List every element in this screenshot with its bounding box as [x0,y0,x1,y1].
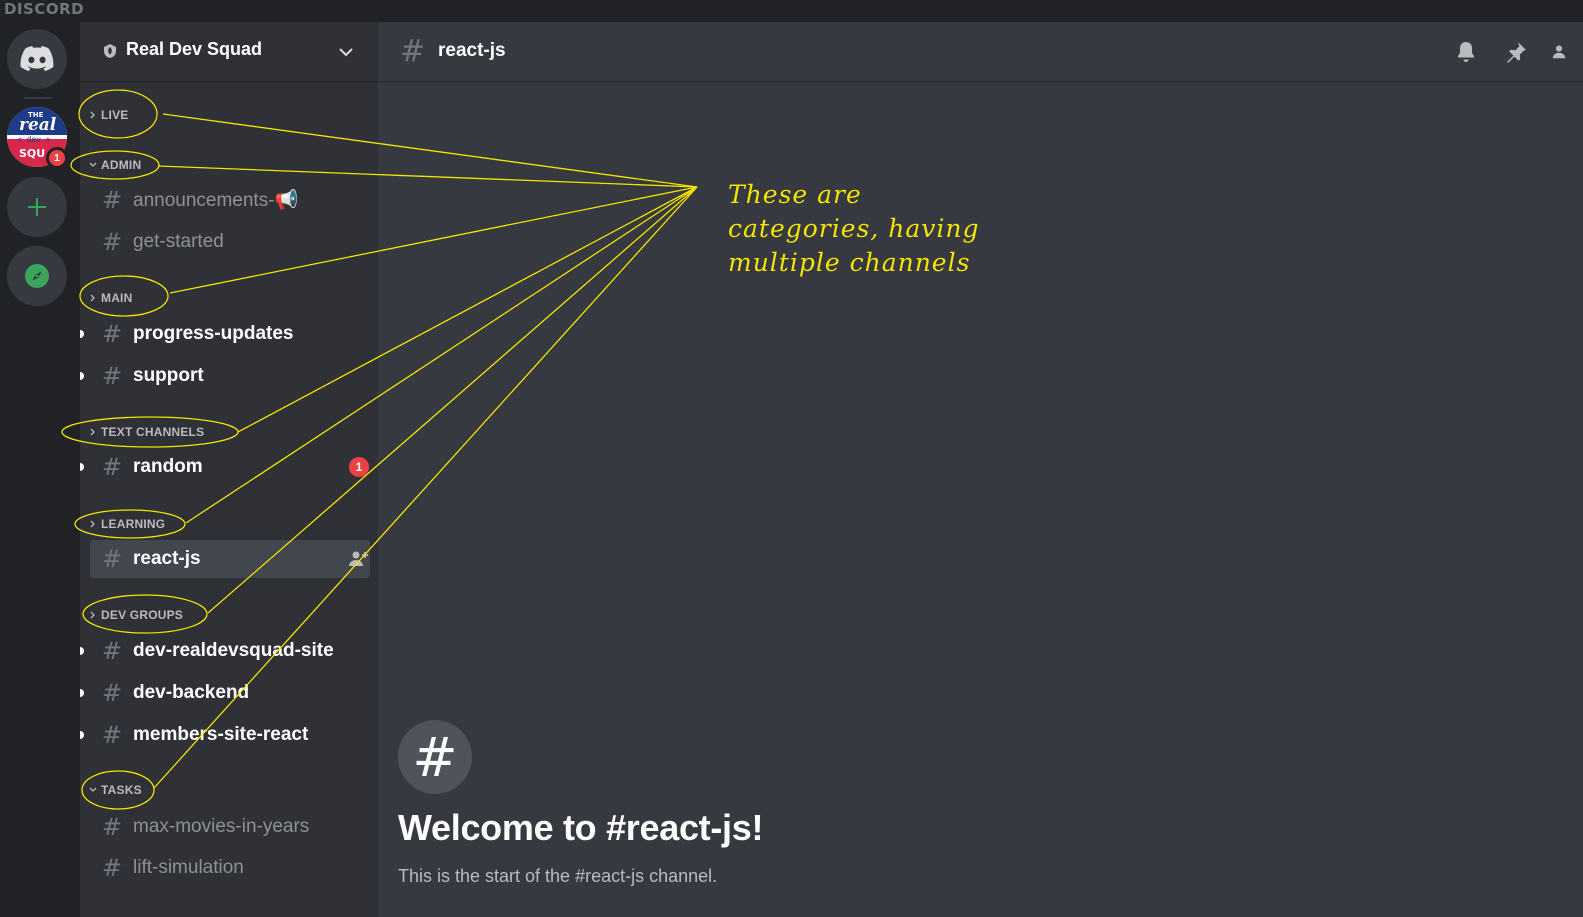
channel-progress-updates[interactable]: # progress-updates [80,315,370,353]
channel-get-started[interactable]: # get-started [90,223,370,261]
chevron-down-icon[interactable] [338,44,354,60]
hash-icon: # [102,453,123,481]
compass-icon [25,264,49,288]
hash-icon: # [102,679,123,707]
channel-hash-avatar: # [398,720,472,794]
channel-name: dev-backend [133,682,250,703]
category-label: TASKS [101,783,142,797]
unread-indicator [80,330,88,338]
unread-indicator [80,463,88,471]
channel-name: progress-updates [133,323,294,344]
chevron-right-icon [85,518,101,530]
discord-logo-icon [20,46,54,72]
discord-window: DISCORD THE real < dev > SQU 1 Real Dev … [0,0,1583,917]
hash-icon: # [102,362,123,390]
annotation-line-2: categories, having [728,214,980,243]
hash-icon: # [400,34,426,69]
channel-name: max-movies-in-years [133,816,310,837]
unread-indicator [80,647,88,655]
annotation-note: These are categories, having multiple ch… [728,178,988,280]
welcome-subtitle: This is the start of the #react-js chann… [398,866,718,886]
channel-sidebar: Real Dev Squad LIVE ADMIN # announcement… [80,22,378,917]
channel-random[interactable]: # random 1 [80,448,370,486]
annotation-line-3: multiple channels [728,248,971,277]
category-live[interactable]: LIVE [80,105,128,125]
hash-icon: # [102,854,123,882]
channel-dev-realdevsquad-site[interactable]: # dev-realdevsquad-site [80,632,370,670]
unread-indicator [80,731,88,739]
chat-area: # react-js # Welcome to #react-js! This … [378,22,1583,917]
category-text-channels[interactable]: TEXT CHANNELS [80,422,204,442]
category-label: LEARNING [101,517,166,531]
unread-indicator [80,372,88,380]
chevron-down-icon [85,159,101,171]
category-learning[interactable]: LEARNING [80,514,165,534]
hash-icon: # [102,320,123,348]
channel-header: # react-js [378,22,1583,82]
rail-divider [24,97,52,99]
category-label: ADMIN [101,158,142,172]
channel-name: dev-realdevsquad-site [133,640,334,661]
channel-max-movies-in-years[interactable]: # max-movies-in-years [90,808,370,846]
server-logo-real: real [19,115,57,135]
chevron-right-icon [85,426,101,438]
channel-name: get-started [133,231,224,252]
hash-icon: # [102,813,123,841]
title-bar: DISCORD [0,0,1583,22]
server-header[interactable]: Real Dev Squad [80,22,378,82]
channel-lift-simulation[interactable]: # lift-simulation [90,849,370,887]
category-label: DEV GROUPS [101,608,184,622]
explore-servers-button[interactable] [7,246,67,306]
server-logo-squad: SQU [19,147,46,160]
category-main[interactable]: MAIN [80,288,132,308]
chevron-right-icon [85,109,101,121]
hash-icon: # [102,545,123,573]
app-brand: DISCORD [4,0,85,18]
home-button[interactable] [7,29,67,89]
shield-icon [104,44,116,58]
hash-icon: # [102,721,123,749]
channel-announcements[interactable]: # announcements-📢 [90,181,370,219]
channel-name: random [133,456,203,477]
server-rail: THE real < dev > SQU 1 [0,22,80,917]
annotation-line-1: These are [728,180,862,209]
pin-icon[interactable] [1503,39,1529,65]
category-label: LIVE [101,108,129,122]
channel-name: announcements-📢 [133,190,299,211]
channel-dev-backend[interactable]: # dev-backend [80,674,370,712]
channel-name: react-js [133,548,201,569]
add-server-button[interactable] [7,177,67,237]
category-label: TEXT CHANNELS [101,425,205,439]
plus-icon [28,198,46,216]
channel-members-site-react[interactable]: # members-site-react [80,716,370,754]
bell-icon[interactable] [1453,39,1479,65]
add-member-icon[interactable] [348,550,370,568]
welcome-title: Welcome to #react-js! [398,807,764,848]
category-admin[interactable]: ADMIN [80,155,141,175]
channel-title: react-js [438,40,506,61]
channel-support[interactable]: # support [80,357,370,395]
server-name: Real Dev Squad [126,39,263,59]
category-tasks[interactable]: TASKS [80,780,142,800]
members-icon[interactable] [1550,39,1568,65]
chevron-right-icon [85,292,101,304]
channel-react-js[interactable]: # react-js [90,540,370,578]
mention-badge: 1 [349,457,369,477]
channel-name: lift-simulation [133,857,244,878]
channel-name: support [133,365,204,386]
hash-icon: # [102,228,123,256]
chevron-down-icon [85,784,101,796]
server-notification-badge: 1 [46,147,68,169]
server-logo-dev: < dev > [17,135,51,144]
chevron-right-icon [85,609,101,621]
hash-icon: # [102,186,123,214]
unread-indicator [80,689,88,697]
channel-name: members-site-react [133,724,309,745]
hash-icon: # [102,637,123,665]
category-label: MAIN [101,291,133,305]
category-dev-groups[interactable]: DEV GROUPS [80,605,183,625]
